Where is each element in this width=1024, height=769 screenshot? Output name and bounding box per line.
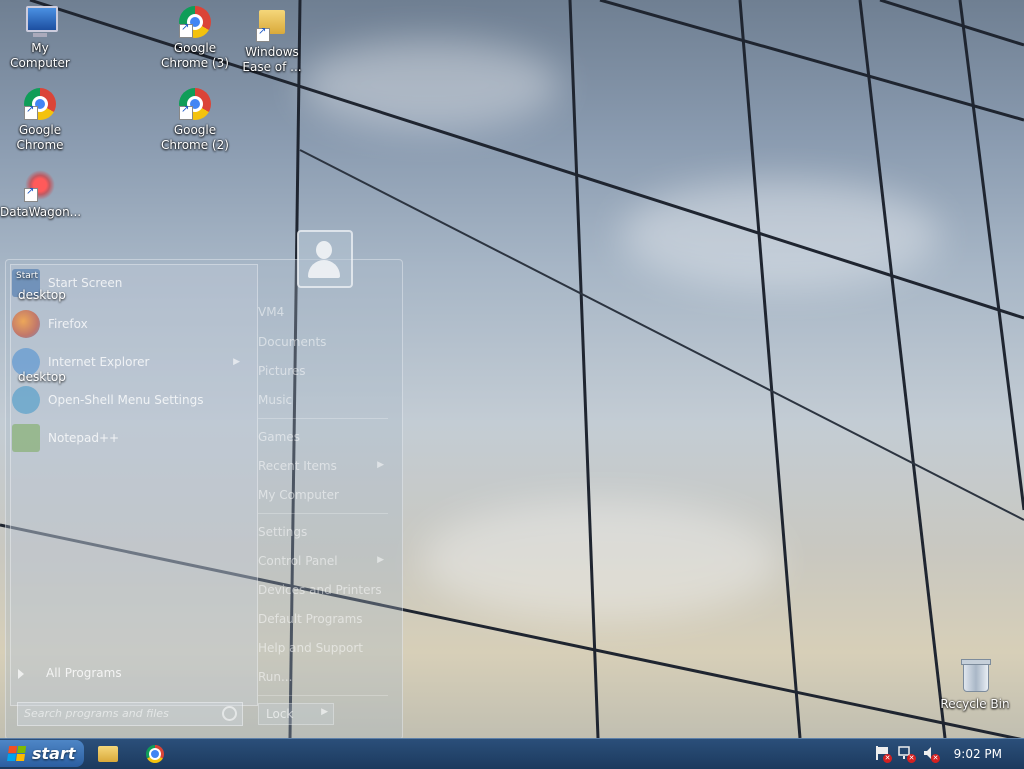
error-badge-icon: ✕: [907, 754, 916, 763]
start-menu-link-help-support[interactable]: Help and Support: [258, 641, 388, 655]
desktop-icon-google-chrome[interactable]: Google Chrome: [0, 88, 80, 153]
desktop-icon-my-computer[interactable]: My Computer: [0, 6, 80, 71]
start-button[interactable]: start: [0, 740, 84, 767]
link-label: Help and Support: [258, 641, 363, 655]
overlapped-desktop-label[interactable]: desktop: [18, 288, 66, 302]
desktop-icon-google-chrome-2[interactable]: Google Chrome (2): [155, 88, 235, 153]
desktop-icon-google-chrome-3[interactable]: Google Chrome (3): [155, 6, 235, 71]
folder-icon: [256, 10, 288, 42]
link-label: Music: [258, 393, 293, 407]
start-menu-item-label: Internet Explorer: [48, 355, 150, 369]
start-menu-link-recent-items[interactable]: Recent Items ▶: [258, 459, 388, 473]
action-center-icon[interactable]: ✕: [874, 745, 892, 763]
overlapped-start-label: Start: [16, 271, 38, 281]
volume-muted-icon[interactable]: ✕: [922, 745, 940, 763]
windows-flag-icon: [7, 745, 27, 762]
link-label: Devices and Printers: [258, 583, 382, 597]
lock-label: Lock: [266, 707, 294, 721]
start-menu-item-notepadpp[interactable]: Notepad++: [12, 423, 244, 453]
firefox-icon: [12, 310, 40, 338]
link-label: Recent Items: [258, 459, 337, 473]
chrome-icon: [24, 88, 56, 120]
menu-separator: [258, 695, 388, 696]
recycle-bin-icon: [959, 659, 991, 694]
submenu-arrow-icon: ▶: [233, 357, 240, 367]
all-programs-button[interactable]: All Programs: [18, 666, 122, 680]
desktop-icon-datawagon[interactable]: DataWagon...: [0, 170, 82, 220]
start-menu-link-control-panel[interactable]: Control Panel ▶: [258, 554, 388, 568]
start-menu-link-music[interactable]: Music: [258, 393, 388, 407]
chrome-taskbar-icon[interactable]: [146, 745, 164, 763]
desktop-icon-label: My Computer: [10, 41, 70, 70]
link-label: Pictures: [258, 364, 306, 378]
desktop-icon-windows-ease-of[interactable]: Windows Ease of ...: [232, 6, 312, 75]
start-menu-link-pictures[interactable]: Pictures: [258, 364, 388, 378]
desktop-icon-label: Google Chrome: [16, 123, 64, 152]
chrome-icon: [179, 88, 211, 120]
link-label: Run...: [258, 670, 293, 684]
start-menu-item-label: Open-Shell Menu Settings: [48, 393, 204, 407]
start-menu-link-documents[interactable]: Documents: [258, 335, 388, 349]
link-label: Control Panel: [258, 554, 338, 568]
overlapped-desktop-label[interactable]: desktop: [18, 370, 66, 384]
mute-badge-icon: ✕: [931, 754, 940, 763]
start-menu-item-label: Notepad++: [48, 431, 120, 445]
start-menu-link-vm4[interactable]: VM4: [258, 305, 388, 319]
search-placeholder: Search programs and files: [24, 707, 169, 720]
lock-button[interactable]: Lock ▶: [258, 703, 334, 725]
start-menu-item-label: Firefox: [48, 317, 88, 331]
desktop-icon-label: Windows Ease of ...: [242, 45, 302, 74]
taskbar-clock[interactable]: 9:02 PM: [954, 747, 1002, 761]
datawagon-icon: [24, 170, 56, 202]
submenu-arrow-icon: ▶: [321, 707, 328, 717]
desktop-icon-label: Recycle Bin: [940, 697, 1010, 711]
link-label: VM4: [258, 305, 285, 319]
start-menu-link-settings[interactable]: Settings: [258, 525, 388, 539]
notepadpp-icon: [12, 424, 40, 452]
network-icon[interactable]: ✕: [898, 745, 916, 763]
start-menu-item-open-shell-settings[interactable]: Open-Shell Menu Settings: [12, 385, 244, 415]
start-menu-link-run[interactable]: Run...: [258, 670, 388, 684]
start-menu-item-firefox[interactable]: Firefox: [12, 309, 244, 339]
all-programs-label: All Programs: [46, 666, 122, 680]
start-menu-link-default-programs[interactable]: Default Programs: [258, 612, 388, 626]
expand-triangle-icon: [18, 668, 24, 679]
desktop-icon-label: Google Chrome (3): [161, 41, 229, 70]
start-menu-search-input[interactable]: Search programs and files: [17, 702, 243, 726]
menu-separator: [258, 418, 388, 419]
start-menu-link-devices-printers[interactable]: Devices and Printers: [258, 583, 388, 597]
start-menu-link-my-computer[interactable]: My Computer: [258, 488, 388, 502]
link-label: My Computer: [258, 488, 339, 502]
link-label: Documents: [258, 335, 327, 349]
link-label: Settings: [258, 525, 308, 539]
taskbar: start ✕ ✕ ✕ 9:02 PM: [0, 738, 1024, 769]
open-shell-icon: [12, 386, 40, 414]
computer-icon: [24, 6, 58, 38]
desktop-icon-label: DataWagon...: [0, 205, 82, 219]
link-label: Games: [258, 430, 300, 444]
desktop-icon-recycle-bin[interactable]: Recycle Bin: [935, 659, 1015, 712]
submenu-arrow-icon: ▶: [377, 460, 384, 470]
user-avatar[interactable]: [297, 230, 353, 288]
error-badge-icon: ✕: [883, 754, 892, 763]
desktop-icon-label: Google Chrome (2): [161, 123, 229, 152]
start-label: start: [32, 744, 76, 763]
link-label: Default Programs: [258, 612, 363, 626]
search-icon: [222, 706, 237, 721]
start-menu-link-games[interactable]: Games: [258, 430, 388, 444]
menu-separator: [258, 513, 388, 514]
file-explorer-icon[interactable]: [98, 746, 118, 762]
chrome-icon: [179, 6, 211, 38]
submenu-arrow-icon: ▶: [377, 555, 384, 565]
